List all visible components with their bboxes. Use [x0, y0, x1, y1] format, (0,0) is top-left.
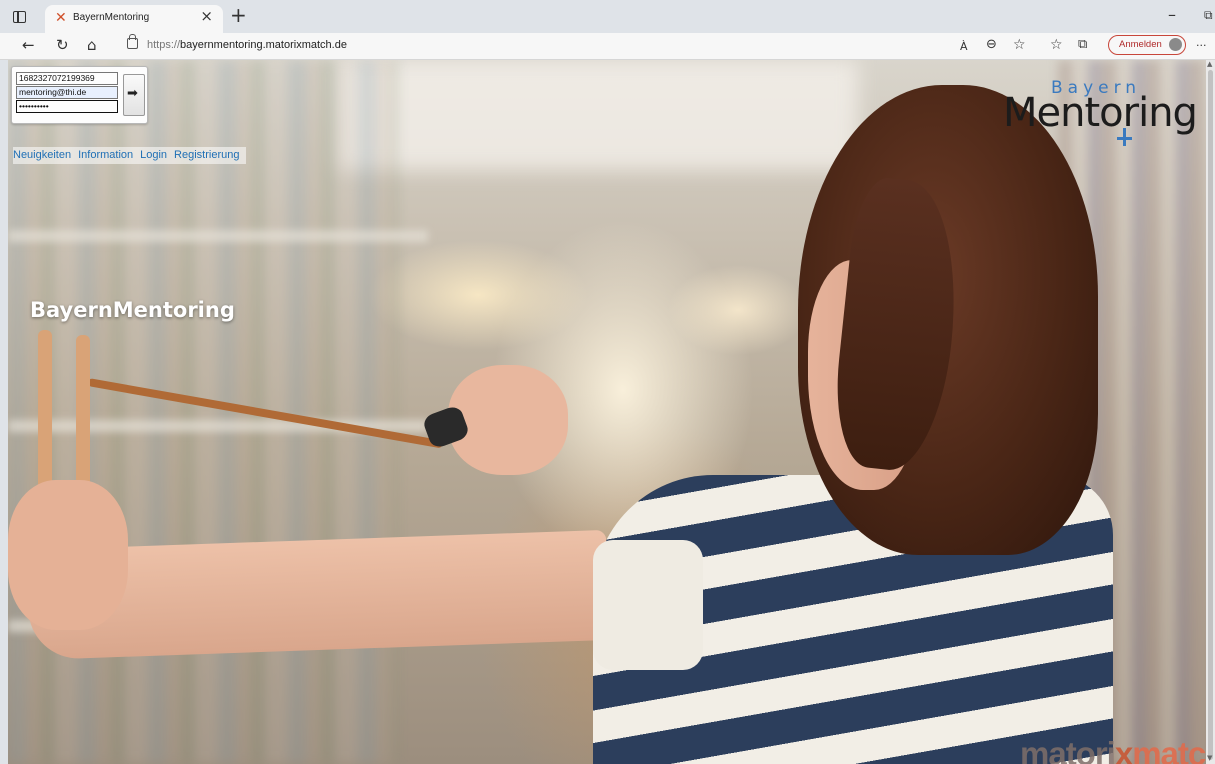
password-field[interactable]: ••••••••••: [16, 100, 118, 113]
scroll-up-icon[interactable]: ▲: [1207, 60, 1212, 68]
login-form: 1682327072199369 mentoring@thi.de ••••••…: [11, 66, 148, 124]
home-icon[interactable]: ⌂: [87, 36, 97, 54]
background-ceiling: [338, 60, 858, 170]
scrollbar-thumb[interactable]: [1208, 70, 1213, 760]
tab-title: BayernMentoring: [73, 12, 150, 23]
nav-item-neuigkeiten[interactable]: Neuigkeiten: [13, 149, 71, 161]
more-icon[interactable]: ···: [1196, 37, 1207, 55]
address-bar[interactable]: https://bayernmentoring.matorixmatch.de: [147, 39, 347, 51]
profile-signin-label: Anmelden: [1119, 39, 1162, 50]
photo-sleeve-cuff: [593, 540, 703, 670]
collections-icon[interactable]: ⧉: [1078, 36, 1087, 54]
bayern-mentoring-logo[interactable]: Bayern Mentoring: [1003, 76, 1203, 146]
back-icon[interactable]: ←: [22, 36, 35, 54]
url-host: bayernmentoring.matorixmatch.de: [180, 39, 347, 51]
read-aloud-icon[interactable]: À: [960, 38, 968, 56]
email-field[interactable]: mentoring@thi.de: [16, 86, 118, 99]
hero-page: 1682327072199369 mentoring@thi.de ••••••…: [8, 60, 1206, 764]
favicon-icon: ✕: [55, 10, 67, 26]
brand-x: x: [1114, 735, 1133, 764]
brand-part-1: matori: [1020, 735, 1116, 764]
favorites-icon[interactable]: ☆: [1050, 36, 1063, 54]
shelf-band: [8, 230, 428, 242]
photo-hand-holding: [8, 480, 128, 630]
matorixmatch-logo[interactable]: matorixmatch: [1020, 735, 1206, 764]
reload-icon[interactable]: ↻: [56, 36, 69, 54]
url-protocol: https://: [147, 39, 181, 51]
tab-actions-icon[interactable]: [13, 11, 26, 23]
restore-button[interactable]: ⧉: [1204, 8, 1213, 23]
new-tab-button[interactable]: +: [230, 5, 247, 25]
arrow-right-icon: ➡: [127, 86, 138, 101]
background-shelves-left: [8, 60, 398, 764]
logo-large-text: Mentoring: [1003, 90, 1198, 136]
tab-bar: ✕ BayernMentoring × + – ⧉: [0, 0, 1215, 33]
photo-hand-pulling: [448, 365, 568, 475]
nav-item-registrierung[interactable]: Registrierung: [174, 149, 239, 161]
scroll-down-icon[interactable]: ▼: [1207, 754, 1212, 762]
browser-toolbar: ← ↻ ⌂ https://bayernmentoring.matorixmat…: [0, 33, 1215, 60]
female-symbol-icon: [1117, 128, 1132, 146]
nav-item-information[interactable]: Information: [78, 149, 133, 161]
zoom-icon[interactable]: ⊖: [986, 36, 997, 54]
login-submit-button[interactable]: ➡: [123, 74, 145, 116]
close-tab-icon[interactable]: ×: [200, 9, 213, 24]
page-scrollbar[interactable]: ▲ ▼: [1206, 60, 1215, 764]
user-id-field[interactable]: 1682327072199369: [16, 72, 118, 85]
nav-item-login[interactable]: Login: [140, 149, 167, 161]
favorite-icon[interactable]: ☆: [1013, 36, 1026, 54]
profile-signin-button[interactable]: Anmelden: [1108, 35, 1186, 55]
hero-title: BayernMentoring: [30, 298, 235, 322]
minimize-button[interactable]: –: [1168, 5, 1176, 24]
profile-avatar-icon: [1169, 38, 1182, 51]
browser-tab[interactable]: ✕ BayernMentoring ×: [45, 5, 223, 33]
brand-part-2: match: [1132, 735, 1206, 764]
main-nav: Neuigkeiten Information Login Registrierung: [13, 147, 247, 164]
lock-icon[interactable]: [127, 34, 138, 49]
